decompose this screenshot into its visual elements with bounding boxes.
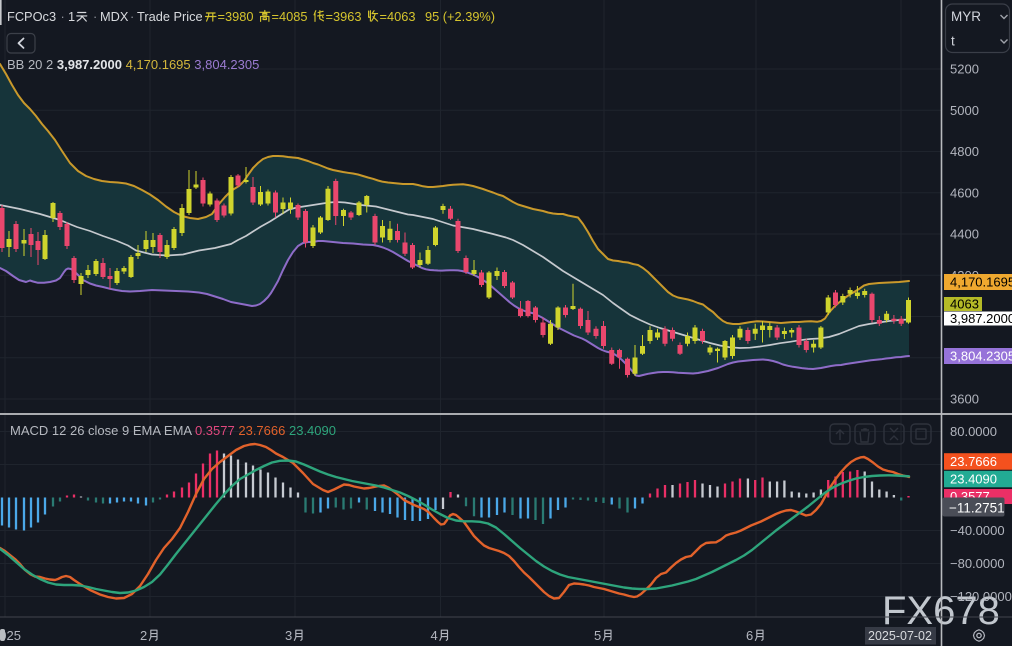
svg-text:3,987.2000: 3,987.2000 <box>950 311 1012 326</box>
svg-text:4,170.1695: 4,170.1695 <box>950 275 1012 290</box>
svg-text:−120.0000: −120.0000 <box>950 589 1012 604</box>
svg-text:4400: 4400 <box>950 227 979 242</box>
svg-text:=3980: =3980 <box>218 9 254 24</box>
svg-text:5: 5 <box>594 628 601 643</box>
svg-text:4600: 4600 <box>950 185 979 200</box>
svg-text:=4085: =4085 <box>272 9 308 24</box>
svg-text:·: · <box>93 9 97 24</box>
svg-text:23.4090: 23.4090 <box>950 472 997 487</box>
svg-text:1: 1 <box>68 9 75 24</box>
svg-text:3,804.2305: 3,804.2305 <box>950 349 1012 364</box>
svg-text:−40.0000: −40.0000 <box>950 523 1005 538</box>
svg-text:BB 20 2 3,987.2000 4,170.169: BB 20 2 3,987.2000 4,170.1695 3,804.2305 <box>7 57 259 72</box>
svg-text:5000: 5000 <box>950 103 979 118</box>
svg-text:5200: 5200 <box>950 62 979 77</box>
svg-text:Trade Price: Trade Price <box>137 9 203 24</box>
svg-text:·: · <box>130 9 134 24</box>
svg-text:3600: 3600 <box>950 392 979 407</box>
svg-text:=3963: =3963 <box>326 9 362 24</box>
svg-text:·: · <box>61 9 65 24</box>
svg-text:4063: 4063 <box>950 297 979 312</box>
svg-text:6: 6 <box>746 628 753 643</box>
svg-text:−11.2751: −11.2751 <box>949 501 1005 516</box>
svg-text:2: 2 <box>140 628 147 643</box>
svg-text:2025-07-02: 2025-07-02 <box>868 629 932 643</box>
svg-text:3: 3 <box>285 628 292 643</box>
svg-text:−80.0000: −80.0000 <box>950 556 1005 571</box>
svg-text:=4063: =4063 <box>380 9 416 24</box>
svg-text:95 (+2.39%): 95 (+2.39%) <box>425 9 495 24</box>
svg-text:FCPOc3: FCPOc3 <box>7 9 56 24</box>
svg-text:80.0000: 80.0000 <box>950 424 997 439</box>
svg-text:4800: 4800 <box>950 144 979 159</box>
svg-text:MDX: MDX <box>100 9 129 24</box>
svg-text:t: t <box>951 34 955 49</box>
svg-text:MYR: MYR <box>951 9 981 24</box>
svg-text:4: 4 <box>431 628 438 643</box>
svg-text:23.7666: 23.7666 <box>950 454 997 469</box>
svg-text:MACD 12 26 close 9 EMA EMA 0.: MACD 12 26 close 9 EMA EMA 0.3577 23.766… <box>10 423 336 438</box>
